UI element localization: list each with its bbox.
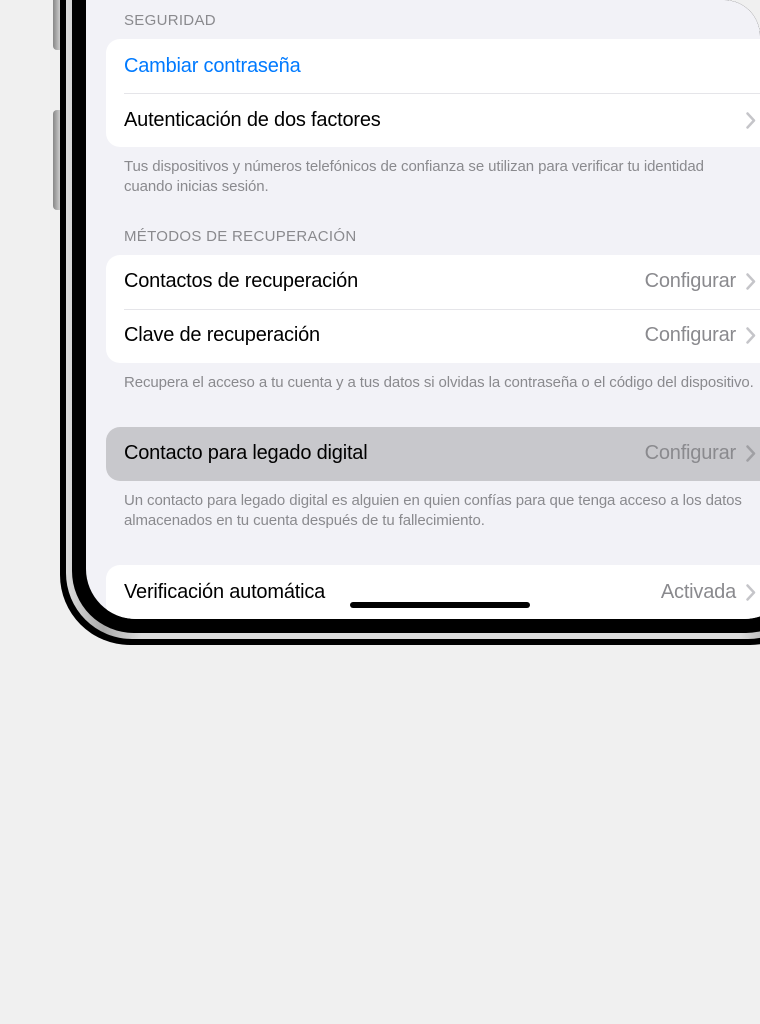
- chevron-right-icon: [746, 327, 756, 344]
- phone-bezel: SEGURIDAD Cambiar contraseña Autenticaci…: [66, 0, 760, 639]
- page-background: SEGURIDAD Cambiar contraseña Autenticaci…: [0, 0, 760, 1024]
- chevron-right-icon: [746, 584, 756, 601]
- section-footer-security: Tus dispositivos y números telefónicos d…: [106, 147, 760, 204]
- section-header-security: SEGURIDAD: [106, 0, 760, 39]
- row-legacy-contact[interactable]: Contacto para legado digital Configurar: [106, 427, 760, 481]
- row-auto-verification[interactable]: Verificación automática Activada: [106, 565, 760, 619]
- row-label: Contactos de recuperación: [124, 270, 645, 293]
- group-security: Cambiar contraseña Autenticación de dos …: [106, 39, 760, 147]
- row-value: Configurar: [645, 270, 736, 293]
- group-verification: Verificación automática Activada: [106, 565, 760, 619]
- row-value: Activada: [661, 581, 736, 604]
- phone-inner: SEGURIDAD Cambiar contraseña Autenticaci…: [72, 0, 760, 633]
- row-recovery-contacts[interactable]: Contactos de recuperación Configurar: [106, 255, 760, 309]
- phone-screen: SEGURIDAD Cambiar contraseña Autenticaci…: [86, 0, 760, 619]
- row-label: Cambiar contraseña: [124, 55, 756, 78]
- row-value: Configurar: [645, 442, 736, 465]
- group-recovery: Contactos de recuperación Configurar Cla…: [106, 255, 760, 363]
- group-legacy: Contacto para legado digital Configurar: [106, 427, 760, 481]
- section-header-recovery: MÉTODOS DE RECUPERACIÓN: [106, 204, 760, 255]
- phone-frame: SEGURIDAD Cambiar contraseña Autenticaci…: [60, 0, 760, 645]
- section-footer-legacy: Un contacto para legado digital es algui…: [106, 481, 760, 538]
- chevron-right-icon: [746, 273, 756, 290]
- row-value: Configurar: [645, 324, 736, 347]
- row-recovery-key[interactable]: Clave de recuperación Configurar: [106, 309, 760, 363]
- phone-side-button: [53, 110, 60, 210]
- spacer: [106, 537, 760, 565]
- row-label: Verificación automática: [124, 581, 661, 604]
- row-label: Contacto para legado digital: [124, 442, 645, 465]
- row-label: Autenticación de dos factores: [124, 109, 746, 132]
- row-change-password[interactable]: Cambiar contraseña: [106, 39, 760, 93]
- section-footer-recovery: Recupera el acceso a tu cuenta y a tus d…: [106, 363, 760, 399]
- chevron-right-icon: [746, 112, 756, 129]
- row-two-factor[interactable]: Autenticación de dos factores: [106, 93, 760, 147]
- settings-content: SEGURIDAD Cambiar contraseña Autenticaci…: [86, 0, 760, 619]
- row-label: Clave de recuperación: [124, 324, 645, 347]
- chevron-right-icon: [746, 445, 756, 462]
- spacer: [106, 399, 760, 427]
- home-indicator[interactable]: [350, 602, 530, 608]
- phone-side-button: [53, 0, 60, 50]
